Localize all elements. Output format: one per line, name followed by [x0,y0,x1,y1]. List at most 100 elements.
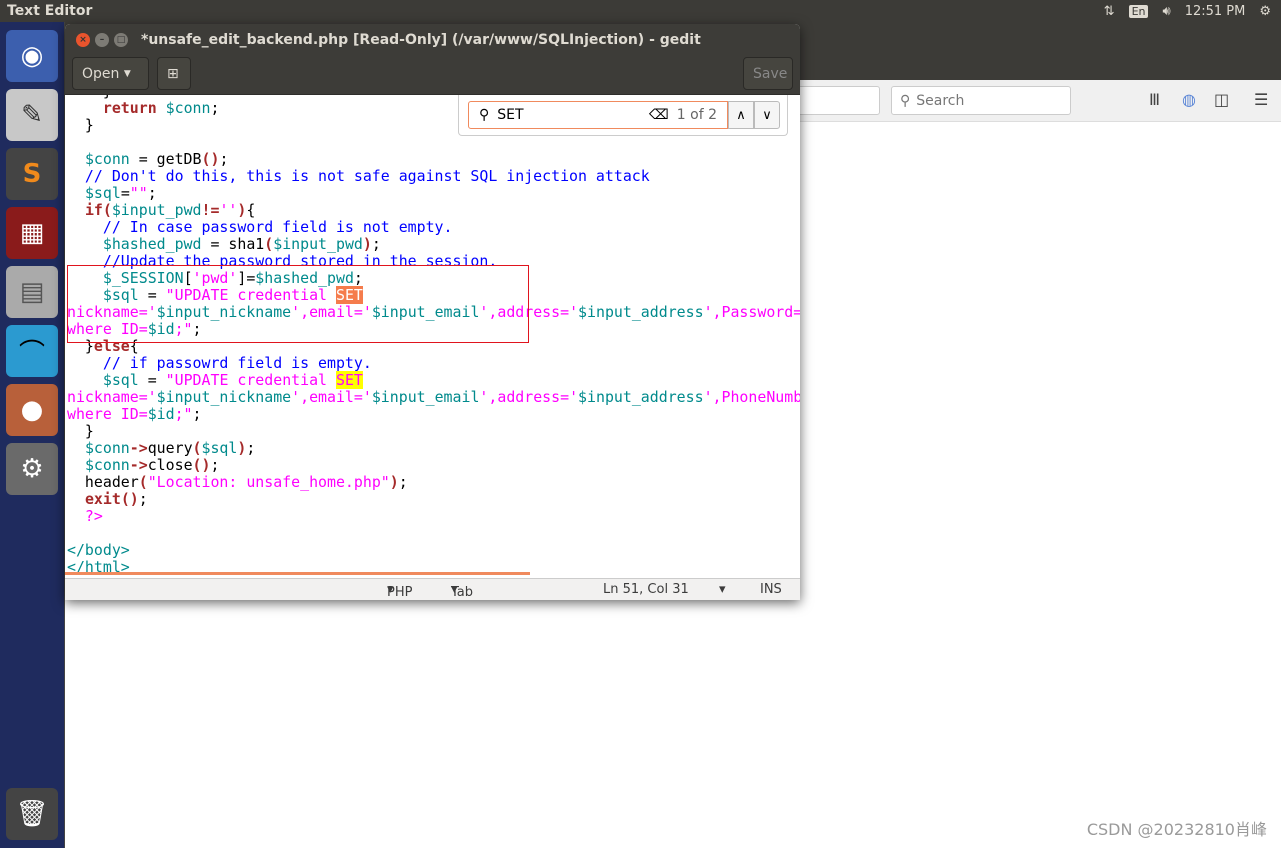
code-token: $conn [84,150,130,168]
open-button[interactable]: Open ▼ [72,57,149,90]
clear-icon[interactable]: ⌫ [649,107,669,123]
code-line: // if passowrd field is empty. [67,355,800,372]
keyboard-layout-indicator[interactable]: En [1128,4,1149,18]
code-line: // In case password field is not empty. [67,219,800,236]
code-token: </body> [67,541,130,559]
code-token: // if passowrd field is empty. [67,354,372,372]
system-settings-icon[interactable]: ⚙ [6,443,58,495]
code-line: $sql = "UPDATE credential SET [67,371,800,389]
code-token: ) [362,235,372,253]
ubuntu-dash-icon[interactable]: ◉ [6,30,58,82]
text-editor-icon[interactable]: ✎ [6,89,58,141]
code-token: ; [371,235,381,253]
code-token: // In case password field is not empty. [67,218,453,236]
code-token: ( [264,235,274,253]
chevron-down-icon[interactable]: ▾ [719,582,726,597]
wireshark-icon[interactable]: ⌒ [6,325,58,377]
code-token: () [120,490,139,508]
trash-icon[interactable]: 🗑︎ [6,788,58,840]
code-token: $sql [102,371,139,389]
terminal-icon[interactable]: ▦ [6,207,58,259]
code-token: ',address=' [479,388,579,406]
search-box[interactable]: ⚲ Search [891,86,1071,115]
code-token: '' [219,201,238,219]
code-line: } [67,423,800,440]
power-gear-icon[interactable]: ⚙ [1259,4,1271,19]
maximize-icon[interactable]: □ [114,32,128,47]
code-token: ; [210,99,220,117]
code-token: $input_pwd [273,235,363,253]
code-token: () [192,456,211,474]
code-token: "UPDATE credential [165,371,336,389]
code-token: = sha1 [201,235,265,253]
cursor-position[interactable]: Ln 51, Col 31 [603,582,689,597]
toolbar: Open ▼ ⊞ Save [65,55,800,95]
find-bar: ⚲ SET ⌫ 1 of 2 ∧ ∨ [458,95,788,136]
menu-icon[interactable]: ☰ [1254,90,1268,109]
new-tab-button[interactable]: ⊞ [157,57,191,90]
code-token: $id [147,405,175,423]
volume-icon[interactable]: 🔊︎ [1162,4,1170,19]
code-token: ; [210,456,220,474]
firefox-icon[interactable]: ● [6,384,58,436]
code-token: ; [138,490,148,508]
code-line: $conn->query($sql); [67,440,800,457]
code-token: ?> [67,507,103,525]
code-line: ?> [67,508,800,525]
code-token: ; [246,439,256,457]
search-placeholder: Search [916,92,965,109]
code-token: $input_pwd [111,201,202,219]
save-button[interactable]: Save [743,57,793,90]
code-token: ) [389,473,399,491]
file-manager-icon[interactable]: ▤ [6,266,58,318]
library-icon[interactable]: Ⅲ [1149,90,1160,109]
code-token: nickname=' [67,388,157,406]
extension-icon[interactable]: ◍ [1182,90,1196,109]
next-match-button[interactable]: ∨ [754,101,780,129]
scroll-indicator [65,572,530,575]
language-selector[interactable]: PHP ▾ [387,582,412,600]
code-token: ) [237,201,247,219]
code-token: close [147,456,193,474]
minimize-icon[interactable]: – [95,32,109,47]
sidebar-icon[interactable]: ◫ [1214,90,1229,109]
code-token: $sql [84,184,121,202]
code-line: nickname='$input_nickname',email='$input… [67,389,800,406]
code-line: $hashed_pwd = sha1($input_pwd); [67,236,800,253]
code-token: where ID= [67,405,148,423]
code-line: where ID=$id;"; [67,406,800,423]
code-line: $conn = getDB(); [67,151,800,168]
code-token: header [67,473,139,491]
launcher: ◉ ✎ S ▦ ▤ ⌒ ● ⚙ 🗑︎ [0,22,65,848]
active-app-name: Text Editor [7,3,93,19]
watermark: CSDN @20232810肖峰 [1086,820,1267,839]
tab-width-selector[interactable]: Tab Width: 8 ▾ [451,582,473,600]
open-label: Open [82,65,120,82]
code-line: if($input_pwd!=''){ [67,202,800,219]
previous-match-button[interactable]: ∧ [728,101,754,129]
find-input[interactable]: ⚲ SET ⌫ 1 of 2 [468,101,728,129]
clock[interactable]: 12:51 PM [1185,4,1246,19]
code-token: $hashed_pwd [102,235,202,253]
code-token: $sql [201,439,238,457]
code-line: </body> [67,542,800,559]
close-icon[interactable]: × [76,32,90,47]
code-editor[interactable]: } return $conn; } $conn = getDB(); // Do… [65,95,800,578]
network-icon[interactable]: ⇅ [1104,4,1115,19]
search-icon: ⚲ [900,92,911,109]
sublime-text-icon[interactable]: S [6,148,58,200]
code-token: = [120,184,130,202]
status-bar: PHP ▾ Tab Width: 8 ▾ Ln 51, Col 31 ▾ INS [65,578,800,600]
code-token: ;" [174,405,193,423]
code-token: ; [192,405,202,423]
code-line: $conn->close(); [67,457,800,474]
code-token: ',Password= [703,303,800,321]
insert-mode[interactable]: INS [760,582,782,597]
window-title: *unsafe_edit_backend.php [Read-Only] (/v… [141,31,701,48]
